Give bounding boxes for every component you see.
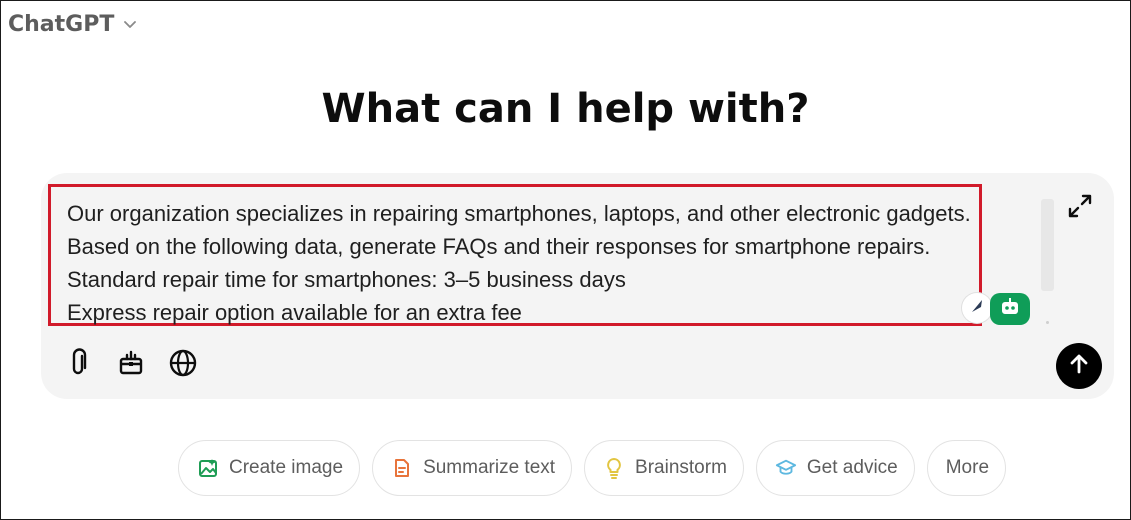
robot-icon xyxy=(999,297,1021,321)
feather-icon xyxy=(968,297,986,319)
chip-label: Brainstorm xyxy=(635,457,727,478)
extension-button-left[interactable] xyxy=(962,293,992,323)
prompt-line: Based on the following data, generate FA… xyxy=(67,234,931,259)
expand-button[interactable] xyxy=(1065,193,1095,223)
prompt-line: Express repair option available for an e… xyxy=(67,300,522,325)
composer: Our organization specializes in repairin… xyxy=(41,173,1114,399)
suggestion-create-image[interactable]: Create image xyxy=(178,440,361,496)
composer-toolbar xyxy=(63,345,199,385)
globe-icon xyxy=(168,348,198,382)
paperclip-icon xyxy=(66,348,92,382)
arrow-up-icon xyxy=(1067,352,1091,380)
suggestion-summarize-text[interactable]: Summarize text xyxy=(372,440,573,496)
chevron-down-icon xyxy=(122,16,138,32)
model-name: ChatGPT xyxy=(8,11,115,37)
search-web-button[interactable] xyxy=(167,349,199,381)
prompt-scrollbar[interactable] xyxy=(1041,199,1054,291)
chip-label: Summarize text xyxy=(423,457,556,478)
toolbox-icon xyxy=(117,349,145,381)
attach-button[interactable] xyxy=(63,348,95,382)
chip-label: Create image xyxy=(229,457,344,478)
send-button[interactable] xyxy=(1056,343,1102,389)
suggestion-get-advice[interactable]: Get advice xyxy=(755,440,915,496)
extension-button-right[interactable] xyxy=(990,293,1030,325)
document-icon xyxy=(391,457,413,479)
image-icon xyxy=(197,457,219,479)
prompt-line: Our organization specializes in repairin… xyxy=(67,201,971,226)
prompt-line: Standard repair time for smartphones: 3–… xyxy=(67,267,626,292)
tools-button[interactable] xyxy=(115,349,147,381)
suggestion-more[interactable]: More xyxy=(926,440,1007,496)
model-selector[interactable]: ChatGPT xyxy=(8,8,138,40)
suggestion-chips: Create image Summarize text Brainstorm G… xyxy=(178,440,1007,496)
extension-icons xyxy=(962,291,1030,327)
expand-icon xyxy=(1066,192,1094,224)
chip-label: Get advice xyxy=(806,457,898,478)
prompt-input[interactable]: Our organization specializes in repairin… xyxy=(48,184,982,326)
graduation-cap-icon xyxy=(775,457,797,479)
suggestion-brainstorm[interactable]: Brainstorm xyxy=(584,440,744,496)
chip-label: More xyxy=(945,457,990,478)
scrollbar-arrow xyxy=(1046,321,1049,324)
lightbulb-icon xyxy=(603,457,625,479)
page-title: What can I help with? xyxy=(321,86,810,132)
